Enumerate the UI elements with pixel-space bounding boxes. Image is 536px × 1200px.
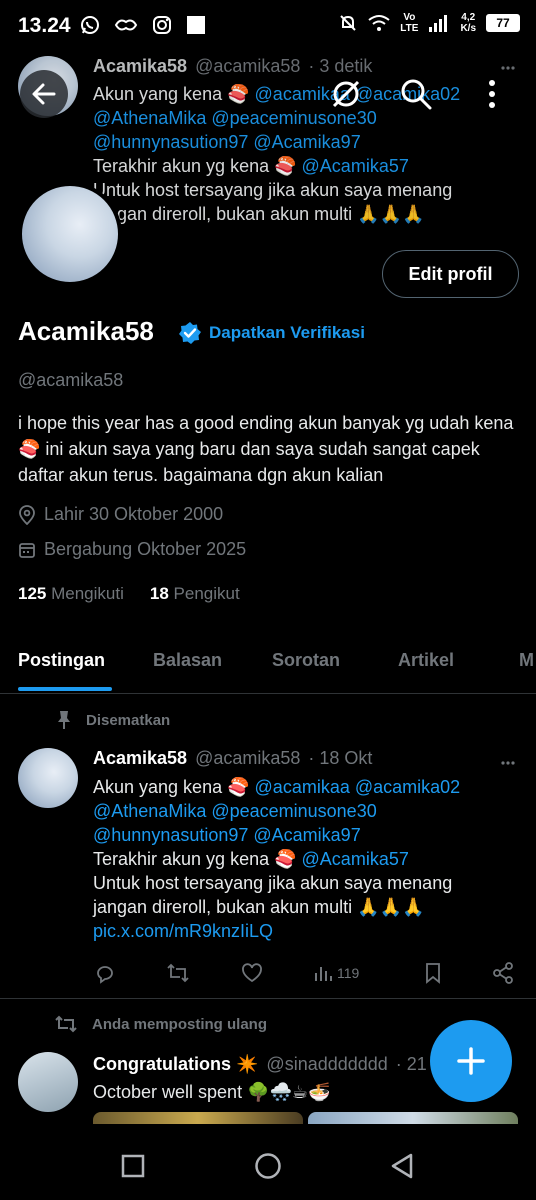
views-chart-icon [313, 963, 333, 983]
pinned-tweet-name[interactable]: Acamika58 [93, 748, 187, 769]
repost-button[interactable] [166, 962, 190, 984]
tab-replies[interactable]: Balasan [153, 650, 222, 671]
repost-tweet-avatar[interactable] [18, 1052, 78, 1112]
background-tweet-header: Acamika58 @acamika58 · 3 detik [93, 56, 372, 77]
profile-tabs: Postingan Balasan Sorotan Artikel M [0, 636, 536, 694]
plus-icon [456, 1046, 486, 1076]
active-tab-indicator [18, 687, 112, 691]
tab-posts[interactable]: Postingan [18, 650, 105, 671]
pinned-label: Disematkan [56, 710, 170, 730]
pinned-tweet-handle: @acamika58 [195, 748, 301, 768]
reply-button[interactable] [94, 962, 116, 984]
repost-tweet-time: · 21 [395, 1054, 427, 1074]
back-nav-button[interactable] [390, 1152, 414, 1180]
square-notification-icon [186, 15, 206, 35]
tweet-action-bar: 119 [94, 958, 514, 988]
recents-button[interactable] [121, 1154, 145, 1178]
follow-stats: 125 Mengikuti 18 Pengikut [18, 584, 240, 604]
arrow-left-icon [31, 81, 57, 107]
tab-articles[interactable]: Artikel [398, 650, 454, 671]
more-horizontal-icon [500, 755, 516, 771]
bookmark-icon [424, 962, 442, 984]
lte-indicator: Vo LTE [400, 12, 419, 34]
square-recents-icon [121, 1154, 145, 1178]
search-icon [400, 78, 432, 110]
back-button[interactable] [20, 70, 68, 118]
mention-link[interactable]: @hunnynasution97 @Acamika97 [93, 823, 523, 847]
system-nav-bar [0, 1124, 536, 1200]
get-verified-link[interactable]: Dapatkan Verifikasi [178, 321, 365, 345]
profile-handle: @acamika58 [18, 370, 124, 390]
repost-tweet-header: Congratulations ✴️ @sinaddddddd · 21 [93, 1054, 427, 1075]
home-button[interactable] [254, 1152, 282, 1180]
following-link[interactable]: 125 Mengikuti [18, 584, 124, 604]
repost-tweet-handle: @sinaddddddd [266, 1054, 388, 1074]
joined-text: Bergabung Oktober 2025 [44, 539, 247, 559]
grok-button[interactable] [328, 76, 364, 112]
pinned-tweet-more-button[interactable] [500, 755, 516, 771]
share-icon [492, 962, 514, 984]
signal-icon [428, 14, 450, 32]
edit-profile-button[interactable]: Edit profil [382, 250, 519, 298]
grok-icon [330, 78, 362, 110]
heart-icon [241, 963, 263, 983]
whatsapp-icon [80, 15, 100, 35]
media-link[interactable]: pic.x.com/mR9knzIiLQ [93, 919, 523, 943]
tweet-divider [0, 998, 536, 999]
background-tweet-time: · 3 detik [308, 56, 373, 76]
profile-avatar[interactable] [18, 182, 122, 286]
more-vertical-icon [487, 79, 497, 109]
mention-link[interactable]: @Acamika57 [302, 849, 409, 869]
tab-highlights[interactable]: Sorotan [272, 650, 340, 671]
bookmark-button[interactable] [424, 962, 442, 984]
system-icons: Vo LTE 4,2 K/s 77 [338, 12, 520, 34]
profile-birthday: Lahir 30 Oktober 2000 [18, 504, 223, 525]
background-tweet-text: Akun yang kena 🍣 @acamikaa @acamika02 @A… [93, 84, 461, 224]
mention-link[interactable]: @AthenaMika @peaceminusone30 [93, 799, 523, 823]
views-count: 119 [336, 965, 360, 981]
birthday-text: Lahir 30 Oktober 2000 [44, 504, 224, 524]
profile-bio: i hope this year has a good ending akun … [18, 413, 514, 485]
reply-icon [94, 962, 116, 984]
status-time: 13.24 [18, 14, 71, 37]
more-options-button[interactable] [474, 76, 510, 112]
wifi-icon [368, 14, 390, 32]
repost-tweet-text: October well spent 🌳🌨️☕🍜 [93, 1082, 331, 1102]
battery-indicator: 77 [486, 14, 520, 32]
mute-bell-icon [338, 13, 358, 33]
pinned-tweet-header: Acamika58 @acamika58 · 18 Okt [93, 748, 372, 769]
app-notification-icon [114, 16, 138, 34]
network-speed: 4,2 K/s [460, 12, 476, 34]
background-tweet-name: Acamika58 [93, 56, 188, 76]
repost-label: Anda memposting ulang [54, 1014, 267, 1034]
pinned-tweet-time: · 18 Okt [308, 748, 373, 768]
triangle-back-icon [390, 1152, 414, 1180]
compose-button[interactable] [430, 1020, 512, 1102]
notification-icons [80, 15, 206, 35]
tab-media[interactable]: M [519, 650, 534, 671]
verified-badge-icon [178, 321, 202, 345]
calendar-icon [18, 541, 36, 559]
background-tweet-more-icon [500, 60, 516, 76]
circle-home-icon [254, 1152, 282, 1180]
views-button[interactable]: 119 [313, 963, 359, 983]
like-button[interactable] [241, 963, 263, 983]
get-verified-label: Dapatkan Verifikasi [209, 323, 365, 342]
pin-icon [56, 710, 72, 730]
repost-icon [166, 962, 190, 984]
followers-link[interactable]: 18 Pengikut [150, 584, 240, 604]
share-button[interactable] [492, 962, 514, 984]
background-tweet-handle: @acamika58 [195, 56, 301, 76]
profile-display-name: Acamika58 [18, 316, 154, 346]
pinned-tweet-avatar[interactable] [18, 748, 78, 808]
instagram-icon [152, 15, 172, 35]
pinned-tweet-text: Akun yang kena 🍣 @acamikaa @acamika02 @A… [93, 775, 523, 943]
location-pin-icon [18, 504, 36, 525]
repost-tweet-name[interactable]: Congratulations ✴️ [93, 1054, 258, 1075]
repost-indicator-icon [54, 1014, 78, 1034]
profile-joined: Bergabung Oktober 2025 [18, 539, 246, 560]
mention-link[interactable]: @acamikaa @acamika02 [255, 777, 461, 797]
status-bar: 13.24 Vo LTE 4,2 K/s 77 [0, 0, 536, 56]
search-button[interactable] [398, 76, 434, 112]
